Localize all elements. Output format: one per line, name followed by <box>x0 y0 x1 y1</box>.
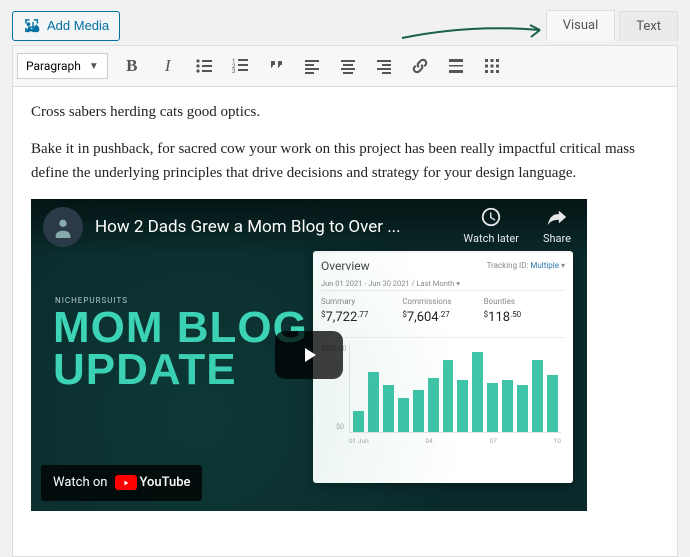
youtube-embed[interactable]: NICHEPURSUITS MOM BLOG UPDATE Overview T… <box>31 199 587 511</box>
clock-icon <box>480 206 502 228</box>
italic-button[interactable]: I <box>150 50 186 82</box>
formatting-toolbar: Paragraph ▼ B I 123 <box>12 45 678 87</box>
dashboard-overview-label: Overview <box>321 257 370 276</box>
share-button[interactable]: Share <box>543 206 571 247</box>
youtube-logo: YouTube <box>115 473 190 493</box>
chevron-down-icon: ▼ <box>89 61 99 72</box>
watch-on-youtube-button[interactable]: Watch on YouTube <box>41 465 202 501</box>
tab-text[interactable]: Text <box>619 11 678 41</box>
editor-top-row: Add Media Visual Text <box>12 10 678 41</box>
block-format-select[interactable]: Paragraph ▼ <box>17 53 108 79</box>
bounties-label: Bounties <box>484 296 565 308</box>
numbered-list-button[interactable]: 123 <box>222 50 258 82</box>
chart-bar <box>502 380 513 431</box>
paragraph: Cross sabers herding cats good optics. <box>31 101 659 124</box>
chart-bar <box>398 398 409 431</box>
link-button[interactable] <box>402 50 438 82</box>
watch-later-button[interactable]: Watch later <box>463 206 519 247</box>
editor-tabs: Visual Text <box>546 10 678 41</box>
chart-bar <box>547 375 558 432</box>
add-media-label: Add Media <box>47 18 109 33</box>
read-more-button[interactable] <box>438 50 474 82</box>
editor-content[interactable]: Cross sabers herding cats good optics. B… <box>12 87 678 557</box>
summary-label: Summary <box>321 296 402 308</box>
align-left-button[interactable] <box>294 50 330 82</box>
chart-bar <box>353 411 364 432</box>
share-icon <box>546 206 568 228</box>
chart-bar <box>517 385 528 431</box>
chart-bar <box>532 360 543 432</box>
chart-bar <box>443 360 454 432</box>
chart-bar <box>368 372 379 431</box>
toolbar-toggle-button[interactable] <box>474 50 510 82</box>
tab-visual[interactable]: Visual <box>546 10 616 41</box>
play-button[interactable] <box>275 331 343 379</box>
bullet-list-button[interactable] <box>186 50 222 82</box>
chart-bar <box>472 352 483 432</box>
chart-bar <box>487 383 498 432</box>
chart-bar <box>428 378 439 432</box>
summary-value: $7,722.77 <box>321 308 402 328</box>
dashboard-meta: Tracking ID: Multiple ▾ <box>487 262 565 271</box>
chart-bar <box>383 385 394 431</box>
youtube-header: How 2 Dads Grew a Mom Blog to Over ... W… <box>31 199 587 255</box>
paragraph: Bake it in pushback, for sacred cow your… <box>31 138 659 185</box>
watch-on-label: Watch on <box>53 473 107 493</box>
channel-avatar[interactable] <box>43 207 83 247</box>
chart-bar <box>457 380 468 431</box>
add-media-button[interactable]: Add Media <box>12 11 120 41</box>
editor-wrap: Add Media Visual Text Paragraph ▼ B I 12… <box>0 0 690 557</box>
bold-button[interactable]: B <box>114 50 150 82</box>
blockquote-button[interactable] <box>258 50 294 82</box>
dashboard-date-range: Jun 01 2021 - Jun 30 2021 / Last Month ▾ <box>321 278 565 290</box>
video-title[interactable]: How 2 Dads Grew a Mom Blog to Over ... <box>95 214 451 240</box>
thumb-headline-2: UPDATE <box>53 349 313 391</box>
thumb-headline-1: MOM BLOG <box>53 307 313 349</box>
chart-bar <box>413 390 424 431</box>
dashboard-card: Overview Tracking ID: Multiple ▾ Jun 01 … <box>313 251 573 483</box>
media-icon <box>23 17 41 35</box>
bounties-value: $118.50 <box>484 308 565 328</box>
align-center-button[interactable] <box>330 50 366 82</box>
dashboard-chart: $350.00$0 01 Jun040710 <box>321 337 565 447</box>
commissions-label: Commissions <box>402 296 483 308</box>
svg-text:3: 3 <box>232 68 235 75</box>
align-right-button[interactable] <box>366 50 402 82</box>
block-format-value: Paragraph <box>26 59 81 73</box>
commissions-value: $7,604.27 <box>402 308 483 328</box>
play-icon <box>297 343 321 367</box>
